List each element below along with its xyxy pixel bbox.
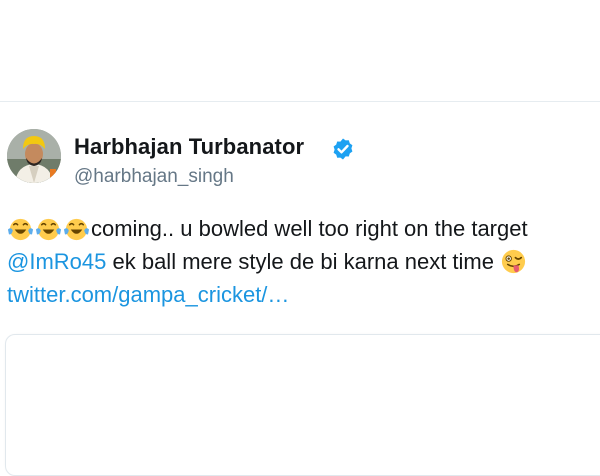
- author-handle[interactable]: @harbhajan_singh: [74, 166, 234, 188]
- tweet-text: coming.. u bowled well too right on the …: [7, 212, 599, 311]
- author-display-name[interactable]: Harbhajan Turbanator: [74, 134, 304, 160]
- face-with-tears-of-joy-icon: [35, 218, 62, 241]
- tweet-line-2: @ImRo45 ek ball mere style de bi karna n…: [7, 245, 599, 278]
- tweet-link[interactable]: twitter.com/gampa_cricket/…: [7, 278, 599, 311]
- winking-face-with-tongue-icon: [502, 249, 526, 274]
- tweet-line-1-text: coming.. u bowled well too right on the …: [91, 216, 528, 241]
- tweet-line-2-text: ek ball mere style de bi karna next time: [106, 249, 494, 274]
- avatar[interactable]: [7, 129, 61, 183]
- face-with-tears-of-joy-icon: [7, 218, 34, 241]
- next-tweet-card: [5, 334, 600, 476]
- tweet-line-1: coming.. u bowled well too right on the …: [7, 212, 599, 245]
- verified-badge-icon: [331, 137, 355, 161]
- profile-photo: [7, 129, 61, 183]
- mention-link[interactable]: @ImRo45: [7, 249, 106, 274]
- face-with-tears-of-joy-icon: [63, 218, 90, 241]
